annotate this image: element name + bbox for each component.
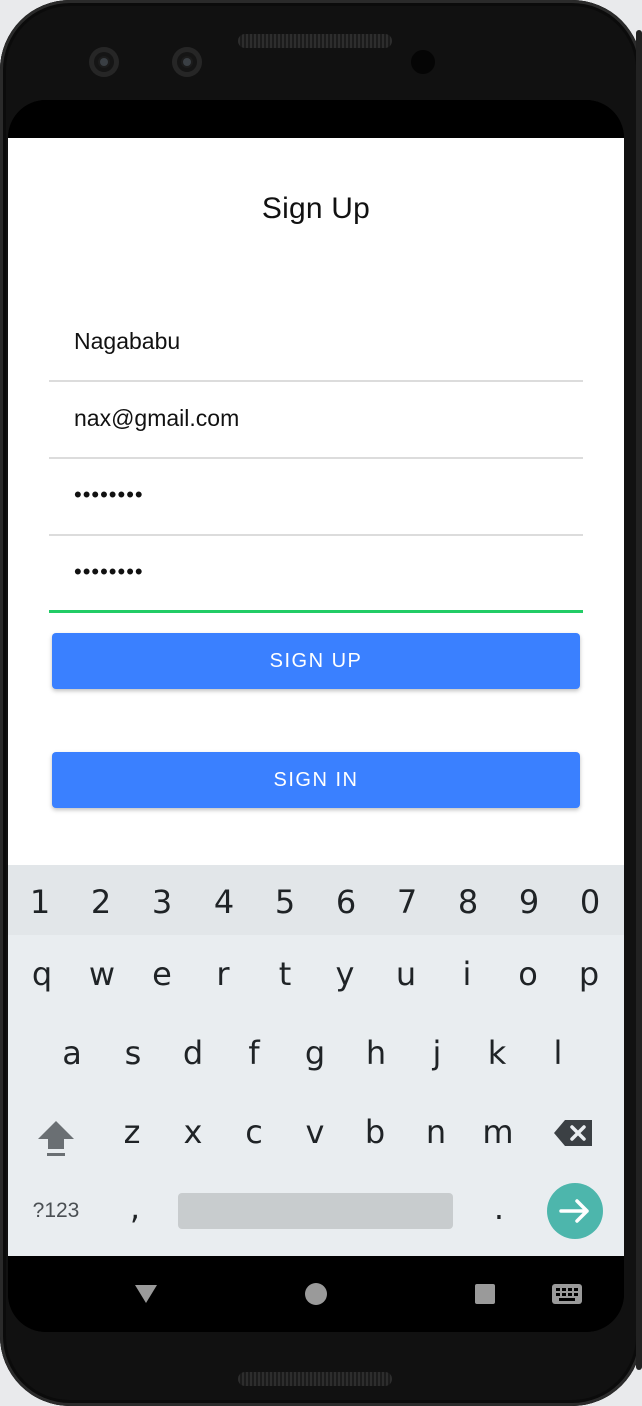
top-speaker [238, 34, 392, 48]
space-key[interactable] [178, 1193, 453, 1229]
name-field-container [49, 306, 583, 382]
key-v[interactable]: v [295, 1113, 335, 1151]
key-k[interactable]: k [477, 1034, 517, 1072]
key-3[interactable]: 3 [142, 883, 182, 921]
key-j[interactable]: j [417, 1034, 457, 1072]
password-field[interactable] [74, 478, 554, 512]
shift-key[interactable] [34, 1115, 78, 1159]
email-field-container [49, 383, 583, 459]
nav-back-icon[interactable] [135, 1285, 157, 1303]
symbols-key[interactable]: ?123 [26, 1199, 86, 1223]
key-5[interactable]: 5 [265, 883, 305, 921]
key-y[interactable]: y [325, 955, 365, 993]
key-6[interactable]: 6 [326, 883, 366, 921]
screen: Sign Up SIGN UP SIGN IN 1 2 3 4 5 [8, 100, 624, 1332]
key-s[interactable]: s [113, 1034, 153, 1072]
phone-frame: Sign Up SIGN UP SIGN IN 1 2 3 4 5 [0, 0, 642, 1406]
phone-side-edge [636, 30, 642, 1370]
key-u[interactable]: u [386, 955, 426, 993]
key-9[interactable]: 9 [509, 883, 549, 921]
key-1[interactable]: 1 [20, 883, 60, 921]
key-r[interactable]: r [203, 955, 243, 993]
key-i[interactable]: i [447, 955, 487, 993]
key-e[interactable]: e [142, 955, 182, 993]
bottom-speaker [238, 1372, 392, 1386]
key-p[interactable]: p [569, 955, 609, 993]
period-key[interactable]: . [484, 1189, 514, 1227]
key-f[interactable]: f [234, 1034, 274, 1072]
backspace-icon [554, 1120, 592, 1146]
key-x[interactable]: x [173, 1113, 213, 1151]
key-d[interactable]: d [173, 1034, 213, 1072]
key-q[interactable]: q [22, 955, 62, 993]
key-m[interactable]: m [478, 1113, 518, 1151]
key-o[interactable]: o [508, 955, 548, 993]
key-z[interactable]: z [112, 1113, 152, 1151]
page-title: Sign Up [261, 192, 371, 225]
sign-in-button[interactable]: SIGN IN [52, 752, 580, 808]
front-camera-icon [172, 47, 202, 77]
key-8[interactable]: 8 [448, 883, 488, 921]
password-field-container [49, 460, 583, 536]
soft-keyboard: 1 2 3 4 5 6 7 8 9 0 q w e r t y u i o p … [8, 865, 624, 1256]
enter-key[interactable] [547, 1183, 603, 1239]
confirm-password-field[interactable] [74, 555, 554, 589]
status-bar [8, 100, 624, 138]
nav-recents-icon[interactable] [475, 1284, 495, 1304]
key-n[interactable]: n [416, 1113, 456, 1151]
key-b[interactable]: b [355, 1113, 395, 1151]
arrow-right-icon [559, 1199, 589, 1223]
comma-key[interactable]: , [120, 1189, 150, 1227]
key-g[interactable]: g [295, 1034, 335, 1072]
confirm-password-field-container [49, 537, 583, 613]
key-2[interactable]: 2 [81, 883, 121, 921]
key-h[interactable]: h [356, 1034, 396, 1072]
signup-form: Sign Up SIGN UP SIGN IN [8, 138, 624, 865]
shift-icon [38, 1121, 74, 1156]
proximity-sensor [411, 50, 435, 74]
sign-up-button[interactable]: SIGN UP [52, 633, 580, 689]
email-field[interactable] [74, 401, 554, 435]
key-7[interactable]: 7 [387, 883, 427, 921]
navigation-bar [8, 1256, 624, 1332]
name-field[interactable] [74, 324, 554, 358]
key-t[interactable]: t [265, 955, 305, 993]
key-0[interactable]: 0 [570, 883, 610, 921]
keyboard-switch-icon[interactable] [552, 1284, 582, 1304]
key-c[interactable]: c [234, 1113, 274, 1151]
key-a[interactable]: a [52, 1034, 92, 1072]
key-w[interactable]: w [82, 955, 122, 993]
key-l[interactable]: l [538, 1034, 578, 1072]
keyboard-number-row: 1 2 3 4 5 6 7 8 9 0 [8, 865, 624, 935]
backspace-key[interactable] [553, 1117, 595, 1149]
key-4[interactable]: 4 [204, 883, 244, 921]
nav-home-icon[interactable] [305, 1283, 327, 1305]
front-camera-icon [89, 47, 119, 77]
